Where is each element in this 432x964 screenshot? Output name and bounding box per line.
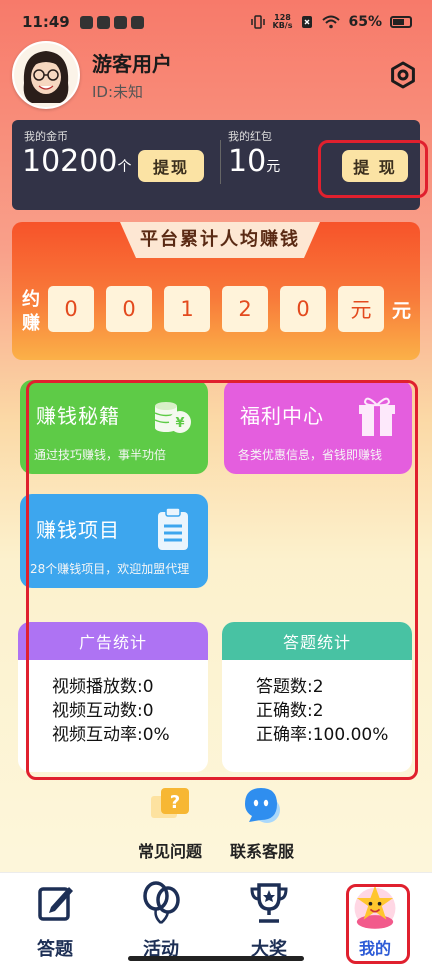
- support-label: 联系客服: [229, 842, 294, 861]
- user-id: ID:未知: [92, 83, 144, 101]
- earnings-side-label-2: 赚: [22, 313, 40, 334]
- status-bar: 11:49 128 KB/s 65%: [0, 0, 432, 44]
- gift-icon: [359, 397, 395, 436]
- coins-withdraw-button[interactable]: 提现: [138, 150, 204, 182]
- net-speed-unit: KB/s: [272, 21, 293, 30]
- tab-quiz-label: 答题: [37, 939, 73, 960]
- redpacket-value: 10: [228, 144, 267, 179]
- coins-unit: 个: [117, 159, 132, 175]
- earnings-digit: 0: [106, 286, 152, 332]
- earn-tips-title: 赚钱秘籍: [36, 404, 120, 428]
- coins-icon: ¥: [154, 402, 191, 433]
- settings-hex-icon: [391, 61, 415, 89]
- battery-percent: 65%: [348, 14, 382, 30]
- earnings-card: 平台累计人均赚钱 约 赚 0 0 1 2 0 元 元: [12, 222, 420, 360]
- network-speed: 128 KB/s: [273, 14, 293, 30]
- notification-icon: [96, 15, 110, 29]
- welfare-tile[interactable]: 福利中心 各类优惠信息，省钱即赚钱: [224, 380, 412, 474]
- svg-text:¥: ¥: [175, 416, 184, 431]
- notification-icons: [79, 15, 144, 29]
- ad-stat-row: 视频播放数:0: [52, 677, 154, 697]
- support-button[interactable]: 联系客服: [214, 786, 310, 862]
- tab-mine-label: 我的: [358, 939, 391, 958]
- earnings-digit: 0: [48, 286, 94, 332]
- help-section: ? 常见问题 联系客服: [0, 786, 432, 866]
- earn-tips-subtitle: 通过技巧赚钱，事半功倍: [34, 448, 167, 462]
- faq-icon: ?: [151, 788, 189, 818]
- vibrate-icon: [250, 15, 265, 29]
- projects-tile[interactable]: 赚钱项目 28个赚钱项目，欢迎加盟代理: [20, 494, 208, 588]
- quiz-stat-row: 正确率:100.00%: [256, 725, 389, 745]
- redpacket-section: 我的红包 10元 提 现: [220, 120, 420, 210]
- wallet-card: 我的金币 10200个 提现 我的红包 10元 提 现: [12, 120, 420, 210]
- notification-icon: [79, 15, 93, 29]
- redpacket-amount: 10元: [228, 144, 280, 179]
- ad-stat-row: 视频互动数:0: [52, 701, 154, 721]
- faq-label: 常见问题: [137, 842, 202, 861]
- home-indicator: [128, 956, 304, 961]
- ad-stat-row: 视频互动率:0%: [52, 725, 170, 745]
- ad-stats-card: 广告统计 视频播放数:0 视频互动数:0 视频互动率:0%: [18, 622, 208, 772]
- earnings-unit-box: 元: [338, 286, 384, 332]
- tab-prize[interactable]: 大奖: [224, 881, 314, 961]
- redpacket-unit: 元: [266, 159, 281, 175]
- tab-activity[interactable]: 活动: [116, 881, 206, 961]
- wifi-icon: [322, 15, 341, 29]
- balloons-icon: [143, 881, 180, 924]
- earnings-unit: 元: [392, 300, 412, 322]
- bottom-tab-bar: 答题 活动 大奖 我的: [0, 872, 432, 964]
- welfare-title: 福利中心: [240, 404, 324, 428]
- chat-bubble-icon: [245, 788, 280, 823]
- redpacket-withdraw-button[interactable]: 提 现: [342, 150, 408, 182]
- projects-title: 赚钱项目: [36, 518, 120, 542]
- coins-label: 我的金币: [24, 130, 68, 143]
- notification-icon: [113, 15, 127, 29]
- coins-amount: 10200个: [22, 144, 131, 179]
- redpacket-label: 我的红包: [228, 130, 272, 143]
- projects-subtitle: 28个赚钱项目，欢迎加盟代理: [30, 562, 190, 576]
- status-time: 11:49: [22, 13, 70, 31]
- tab-quiz[interactable]: 答题: [10, 881, 100, 961]
- earnings-digit: 2: [222, 286, 268, 332]
- tab-mine[interactable]: 我的: [330, 881, 420, 959]
- faq-button[interactable]: ? 常见问题: [122, 786, 218, 862]
- mascot-icon: [354, 885, 396, 929]
- earnings-side-label: 约 赚: [22, 288, 42, 336]
- earn-tips-tile[interactable]: 赚钱秘籍 通过技巧赚钱，事半功倍 ¥: [20, 380, 208, 474]
- notification-icon: [130, 15, 144, 29]
- earnings-title: 平台累计人均赚钱: [140, 229, 300, 250]
- profile-header: 游客用户 ID:未知: [12, 40, 422, 110]
- coins-value: 10200: [22, 144, 118, 179]
- coins-section: 我的金币 10200个 提现: [12, 120, 220, 210]
- battery-icon: [390, 16, 412, 28]
- svg-text:?: ?: [170, 792, 180, 813]
- quiz-stat-row: 正确数:2: [256, 701, 324, 721]
- quiz-stats-header: 答题统计: [222, 622, 412, 660]
- earnings-digit: 1: [164, 286, 210, 332]
- username: 游客用户: [92, 52, 172, 76]
- clipboard-icon: [158, 507, 188, 550]
- trophy-icon: [250, 883, 288, 923]
- avatar-illustration: [14, 43, 78, 107]
- edit-icon: [38, 887, 73, 921]
- sim-icon: [302, 16, 313, 28]
- ad-stats-header: 广告统计: [18, 622, 208, 660]
- quiz-stat-row: 答题数:2: [256, 677, 324, 697]
- settings-button[interactable]: [388, 60, 418, 90]
- earnings-digit: 0: [280, 286, 326, 332]
- welfare-subtitle: 各类优惠信息，省钱即赚钱: [238, 448, 383, 462]
- quiz-stats-card: 答题统计 答题数:2 正确数:2 正确率:100.00%: [222, 622, 412, 772]
- avatar[interactable]: [12, 41, 80, 109]
- earnings-side-label-1: 约: [22, 289, 40, 310]
